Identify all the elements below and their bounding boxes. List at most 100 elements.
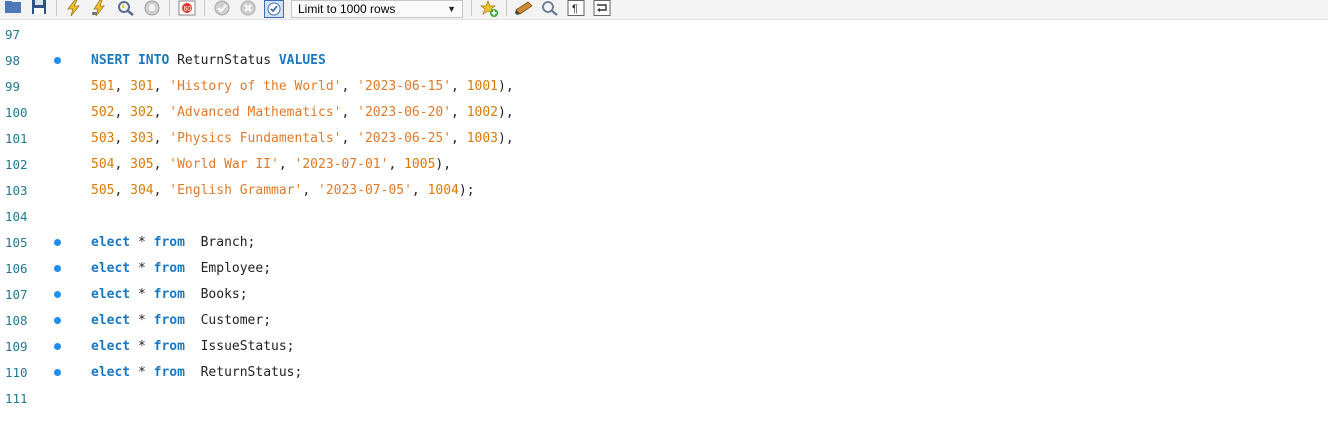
code-token: from	[153, 235, 185, 250]
code-token: ,	[451, 131, 467, 146]
code-token: from	[153, 339, 185, 354]
code-line[interactable]: 97	[0, 22, 1328, 48]
code-token: 301	[130, 79, 154, 94]
toolbar-separator	[204, 0, 205, 16]
code-line[interactable]: 105 elect * from Branch;	[0, 230, 1328, 256]
code-line[interactable]: 103 505, 304, 'English Grammar', '2023-07…	[0, 178, 1328, 204]
code-line[interactable]: 108 elect * from Customer;	[0, 308, 1328, 334]
code-token: Customer;	[184, 313, 272, 328]
code-token: 'History of the World'	[169, 79, 342, 94]
code-line[interactable]: 109 elect * from IssueStatus;	[0, 334, 1328, 360]
code-token: 503	[91, 131, 115, 146]
svg-text:¶: ¶	[572, 3, 578, 15]
save-icon[interactable]	[28, 0, 50, 18]
code-token: ),	[435, 157, 452, 172]
code-token: ,	[302, 183, 318, 198]
code-token: ),	[498, 79, 514, 94]
code-token: 'World War II'	[169, 157, 279, 172]
code-token: 502	[91, 105, 115, 120]
autocommit-icon[interactable]	[263, 0, 285, 18]
rollback-icon[interactable]	[237, 0, 259, 18]
code-token: ,	[153, 79, 170, 94]
code-token: elect	[91, 339, 131, 354]
code-token: '2023-07-01'	[294, 157, 389, 172]
line-number: 101	[5, 131, 28, 146]
folder-icon[interactable]	[2, 0, 24, 18]
explain-icon[interactable]	[115, 0, 137, 18]
statement-marker-icon	[54, 343, 61, 350]
line-number: 107	[5, 287, 28, 302]
code-token: Branch;	[184, 235, 256, 250]
stop-icon[interactable]	[141, 0, 163, 18]
toolbar-separator	[169, 0, 170, 16]
statement-marker-icon	[54, 265, 61, 272]
limit-rows-value: Limit to 1000 rows	[298, 2, 396, 16]
line-number: 110	[5, 365, 28, 380]
code-token: *	[130, 261, 154, 276]
code-text: 503, 303, 'Physics Fundamentals', '2023-…	[91, 126, 514, 152]
find-icon[interactable]	[539, 0, 561, 18]
code-line[interactable]: 110 elect * from ReturnStatus;	[0, 360, 1328, 386]
code-token: from	[153, 313, 185, 328]
code-token: '2023-06-25'	[357, 131, 452, 146]
code-token: 304	[130, 183, 154, 198]
code-token: ,	[153, 157, 170, 172]
execute-icon[interactable]	[63, 0, 85, 18]
code-line[interactable]: 100 502, 302, 'Advanced Mathematics', '20…	[0, 100, 1328, 126]
code-token: '2023-06-15'	[357, 79, 452, 94]
code-token: 305	[130, 157, 154, 172]
code-text: elect * from Branch;	[91, 230, 255, 256]
code-token: ,	[114, 157, 131, 172]
code-line[interactable]: 111	[0, 386, 1328, 412]
code-token: 501	[91, 79, 115, 94]
code-token: ,	[114, 105, 131, 120]
wrap-icon[interactable]	[591, 0, 613, 18]
code-token: *	[130, 235, 154, 250]
code-token: ,	[114, 79, 131, 94]
code-line[interactable]: 107 elect * from Books;	[0, 282, 1328, 308]
code-line[interactable]: 102 504, 305, 'World War II', '2023-07-01…	[0, 152, 1328, 178]
statement-marker-icon	[54, 239, 61, 246]
beautify-icon[interactable]	[513, 0, 535, 18]
line-number: 100	[5, 105, 28, 120]
line-number: 98	[5, 53, 21, 68]
execute-current-icon[interactable]	[89, 0, 111, 18]
code-text: elect * from Books;	[91, 282, 248, 308]
toolbar-separator	[471, 0, 472, 16]
sql-editor[interactable]: 97 98 NSERT INTO ReturnStatus VALUES 99 501,…	[0, 22, 1328, 422]
code-token: ,	[153, 105, 170, 120]
code-line[interactable]: 101 503, 303, 'Physics Fundamentals', '20…	[0, 126, 1328, 152]
code-token: ,	[451, 79, 467, 94]
line-number: 97	[5, 27, 21, 42]
code-token: 505	[91, 183, 115, 198]
toolbar-separator	[506, 0, 507, 16]
limit-rows-select[interactable]: Limit to 1000 rows ▼	[291, 0, 463, 18]
code-line[interactable]: 106 elect * from Employee;	[0, 256, 1328, 282]
code-line[interactable]: 98 NSERT INTO ReturnStatus VALUES	[0, 48, 1328, 74]
code-token: 'Physics Fundamentals'	[169, 131, 342, 146]
code-token: *	[130, 339, 154, 354]
code-token: ),	[498, 105, 514, 120]
code-token: elect	[91, 313, 131, 328]
code-token: 'Advanced Mathematics'	[169, 105, 342, 120]
code-text: 504, 305, 'World War II', '2023-07-01', …	[91, 152, 451, 178]
toggle-error-icon[interactable]: 60	[176, 0, 198, 18]
code-text: elect * from Employee;	[91, 256, 271, 282]
invisible-chars-icon[interactable]: ¶	[565, 0, 587, 18]
code-token: from	[153, 365, 185, 380]
line-number: 104	[5, 209, 28, 224]
code-token: ,	[341, 105, 358, 120]
code-line[interactable]: 104	[0, 204, 1328, 230]
code-line[interactable]: 99 501, 301, 'History of the World', '202…	[0, 74, 1328, 100]
add-snippet-icon[interactable]	[478, 0, 500, 18]
code-token: elect	[91, 235, 131, 250]
code-token: );	[458, 183, 475, 198]
code-text: 505, 304, 'English Grammar', '2023-07-05…	[91, 178, 475, 204]
commit-icon[interactable]	[211, 0, 233, 18]
line-number: 99	[5, 79, 21, 94]
code-token: ,	[451, 105, 467, 120]
code-token: ,	[153, 131, 170, 146]
code-token: IssueStatus;	[184, 339, 295, 354]
code-token: ),	[498, 131, 514, 146]
